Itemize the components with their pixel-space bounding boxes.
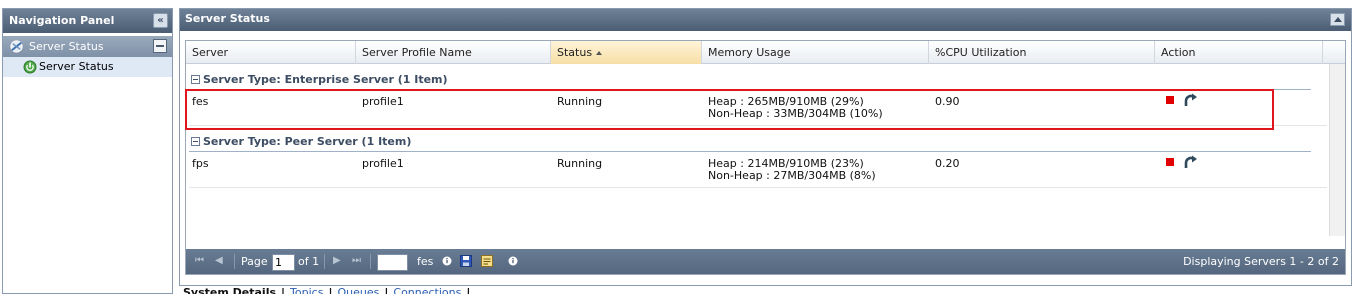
column-header-server[interactable]: Server	[186, 41, 356, 64]
next-page-icon[interactable]: ▶	[333, 255, 341, 267]
panel-title: Server Status	[185, 12, 270, 25]
sort-ascending-icon	[596, 51, 603, 55]
sidebar-item-label: Server Status	[39, 60, 114, 73]
collapse-left-icon[interactable]: «	[153, 13, 168, 28]
last-page-icon[interactable]: ⏭	[352, 255, 361, 267]
bottom-tab-links: System Details | Topics | Queues | Connections…	[183, 286, 475, 294]
display-count-text: Displaying Servers 1 - 2 of 2	[1183, 255, 1339, 268]
save-icon[interactable]	[459, 254, 473, 268]
link-separator: |	[384, 286, 389, 294]
server-grid: Server Server Profile Name Status Memory…	[185, 40, 1346, 275]
toolbar-separator	[234, 254, 235, 269]
nav-group-server-status[interactable]: Server Status	[3, 36, 172, 57]
toolbar-separator	[324, 254, 325, 269]
power-icon	[23, 60, 37, 74]
restart-icon[interactable]	[1182, 92, 1198, 108]
page-label: Page	[241, 255, 268, 268]
link-separator: |	[466, 286, 471, 294]
navigation-panel: Navigation Panel « Server Status Server …	[2, 8, 173, 294]
filter-input[interactable]	[377, 254, 408, 271]
group-collapse-icon[interactable]	[191, 75, 200, 84]
server-status-panel: Server Status Server Server Profile Name…	[179, 8, 1352, 286]
first-page-icon[interactable]: ⏮	[195, 255, 204, 267]
cell-profile: profile1	[362, 157, 404, 170]
pagination-toolbar: ⏮ ◀ Page of 1 ▶ ⏭ fes	[186, 249, 1345, 274]
cell-memory-nonheap: Non-Heap : 27MB/304MB (8%)	[708, 169, 876, 182]
group-title: Server Type: Enterprise Server (1 Item)	[203, 73, 448, 86]
cell-memory-nonheap: Non-Heap : 33MB/304MB (10%)	[708, 107, 883, 120]
grid-header-row: Server Server Profile Name Status Memory…	[186, 41, 1345, 64]
cell-status: Running	[557, 157, 603, 170]
tab-connections[interactable]: Connections	[393, 286, 461, 294]
stop-icon[interactable]	[1166, 158, 1174, 166]
cell-status: Running	[557, 95, 603, 108]
group-header-enterprise[interactable]: Server Type: Enterprise Server (1 Item)	[189, 72, 448, 88]
cell-cpu: 0.90	[935, 95, 960, 108]
navigation-panel-header: Navigation Panel «	[3, 9, 172, 33]
link-separator: |	[281, 286, 286, 294]
page-number-input[interactable]	[272, 254, 295, 271]
cell-server: fes	[192, 95, 209, 108]
group-collapse-icon[interactable]	[153, 39, 167, 53]
previous-page-icon[interactable]: ◀	[215, 255, 223, 267]
group-collapse-icon[interactable]	[191, 137, 200, 146]
tab-topics[interactable]: Topics	[290, 286, 323, 294]
group-title: Server Type: Peer Server (1 Item)	[203, 135, 412, 148]
column-header-profile[interactable]: Server Profile Name	[356, 41, 551, 64]
cell-cpu: 0.20	[935, 157, 960, 170]
restart-icon[interactable]	[1182, 154, 1198, 170]
table-row-fes[interactable]: fes profile1 Running Heap : 265MB/910MB …	[189, 90, 1327, 126]
page-count-label: of 1	[298, 255, 320, 268]
group-header-peer[interactable]: Server Type: Peer Server (1 Item)	[189, 134, 411, 150]
maximize-icon[interactable]	[1330, 13, 1345, 26]
server-status-group-icon	[10, 40, 23, 53]
export-icon[interactable]	[480, 254, 494, 268]
filter-server-label: fes	[417, 255, 434, 268]
cell-profile: profile1	[362, 95, 404, 108]
toolbar-separator	[370, 254, 371, 269]
cell-server: fps	[192, 157, 209, 170]
column-header-cpu[interactable]: %CPU Utilization	[929, 41, 1155, 64]
nav-group-label: Server Status	[29, 40, 104, 53]
column-header-status[interactable]: Status	[551, 41, 702, 64]
server-status-panel-header: Server Status	[180, 9, 1351, 31]
tab-system-details[interactable]: System Details	[183, 286, 276, 294]
column-header-action[interactable]: Action	[1155, 41, 1323, 64]
info-icon[interactable]	[440, 254, 454, 268]
help-info-icon[interactable]	[506, 254, 520, 268]
stop-icon[interactable]	[1166, 96, 1174, 104]
link-separator: |	[328, 286, 333, 294]
sidebar-item-server-status[interactable]: Server Status	[3, 57, 172, 77]
column-header-memory[interactable]: Memory Usage	[702, 41, 929, 64]
grid-scrollbar[interactable]	[1329, 64, 1345, 236]
column-header-status-label: Status	[557, 46, 593, 59]
tab-queues[interactable]: Queues	[337, 286, 379, 294]
navigation-panel-title: Navigation Panel	[9, 14, 115, 27]
table-row-fps[interactable]: fps profile1 Running Heap : 214MB/910MB …	[189, 152, 1327, 188]
